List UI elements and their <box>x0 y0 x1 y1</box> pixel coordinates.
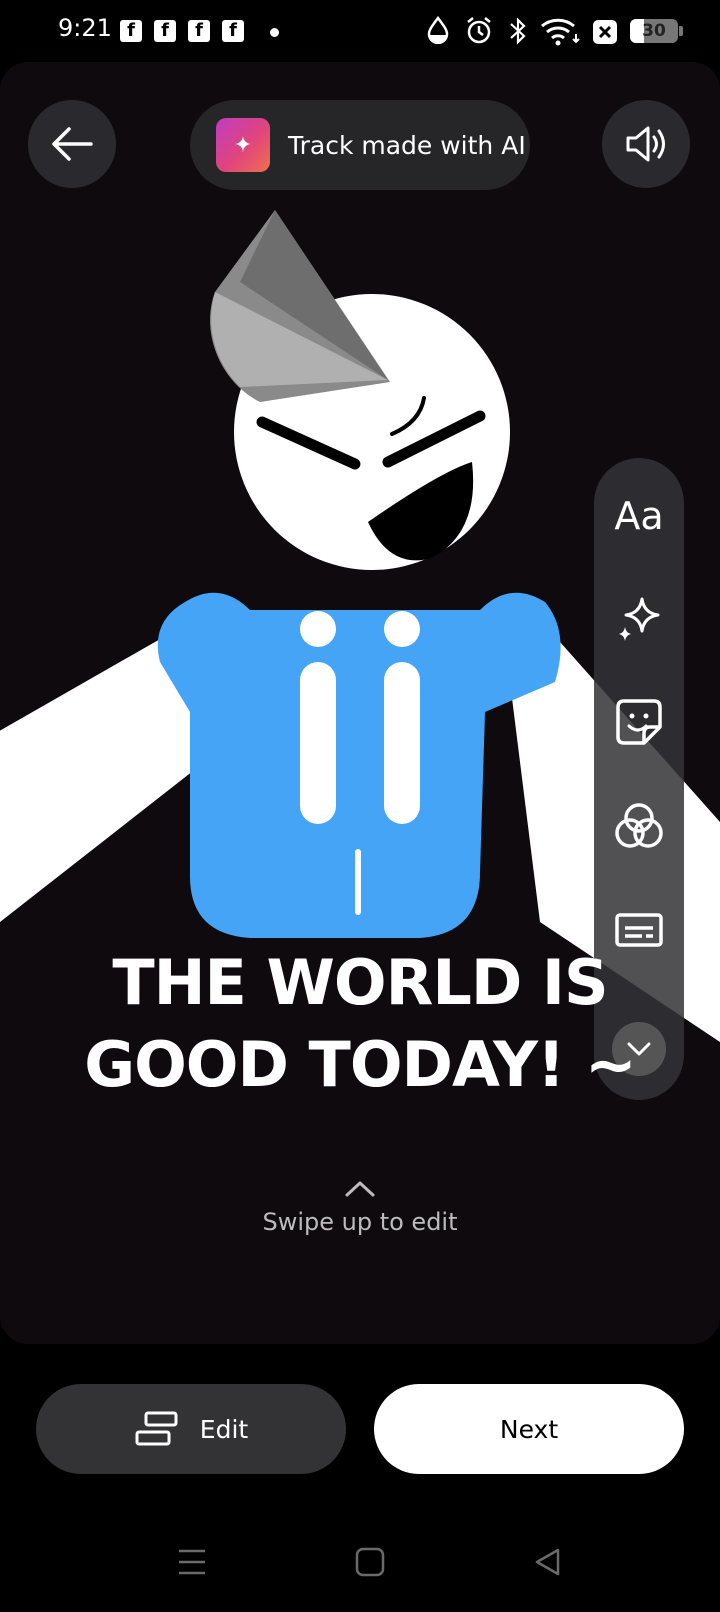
effects-button[interactable] <box>594 578 684 658</box>
battery-level: 30 <box>642 21 666 41</box>
filters-button[interactable] <box>594 786 684 866</box>
sparkle-icon: ✦ <box>216 118 270 172</box>
track-info-button[interactable]: ✦ Track made with AI <box>190 100 530 190</box>
recent-apps-icon[interactable] <box>176 1546 208 1578</box>
more-notifications-dot <box>270 28 279 37</box>
edit-layout-icon <box>135 1411 178 1446</box>
arrow-left-icon <box>52 127 93 161</box>
chevron-up-icon <box>345 1181 375 1197</box>
battery-indicator: 30 <box>630 19 678 43</box>
next-button-label: Next <box>499 1414 559 1444</box>
sound-button[interactable] <box>602 100 690 188</box>
facebook-icon: f <box>188 20 210 42</box>
sticker-button[interactable] <box>594 682 684 762</box>
alarm-icon <box>467 17 491 44</box>
next-button[interactable]: Next <box>374 1384 684 1474</box>
edit-button[interactable]: Edit <box>36 1384 346 1474</box>
status-bar: 9:21 f f f f 30 <box>0 0 720 62</box>
story-caption-text[interactable]: THE WORLD IS GOOD TODAY! ~ <box>0 942 720 1106</box>
facebook-icon: f <box>120 20 142 42</box>
sparkle-effects-icon <box>619 597 660 641</box>
back-button[interactable] <box>28 100 116 188</box>
edit-button-label: Edit <box>199 1414 249 1444</box>
water-drop-icon <box>427 16 449 44</box>
caption-line-1: THE WORLD IS <box>112 946 608 1019</box>
caption-line-2: GOOD TODAY! ~ <box>84 1028 637 1101</box>
battery-tip <box>679 26 683 36</box>
track-label: Track made with AI <box>288 130 526 160</box>
bluetooth-icon <box>510 17 526 45</box>
status-time: 9:21 <box>58 14 112 42</box>
home-icon[interactable] <box>354 1546 386 1578</box>
sticker-icon <box>616 699 662 745</box>
wifi-icon <box>541 18 580 46</box>
system-navigation-bar <box>0 1530 720 1612</box>
close-box-icon <box>593 20 617 44</box>
facebook-icon: f <box>154 20 176 42</box>
text-tool-button[interactable]: Aa <box>594 476 684 556</box>
swipe-hint-text: Swipe up to edit <box>262 1208 458 1236</box>
swipe-up-hint[interactable]: Swipe up to edit <box>0 1180 720 1236</box>
speaker-icon <box>626 126 665 162</box>
facebook-icon: f <box>222 20 244 42</box>
filters-icon <box>615 803 663 848</box>
story-preview[interactable]: ✦ Track made with AI Aa THE WORLD IS GOO… <box>0 62 720 1344</box>
back-nav-icon[interactable] <box>532 1546 564 1578</box>
text-tool-label: Aa <box>614 494 664 538</box>
